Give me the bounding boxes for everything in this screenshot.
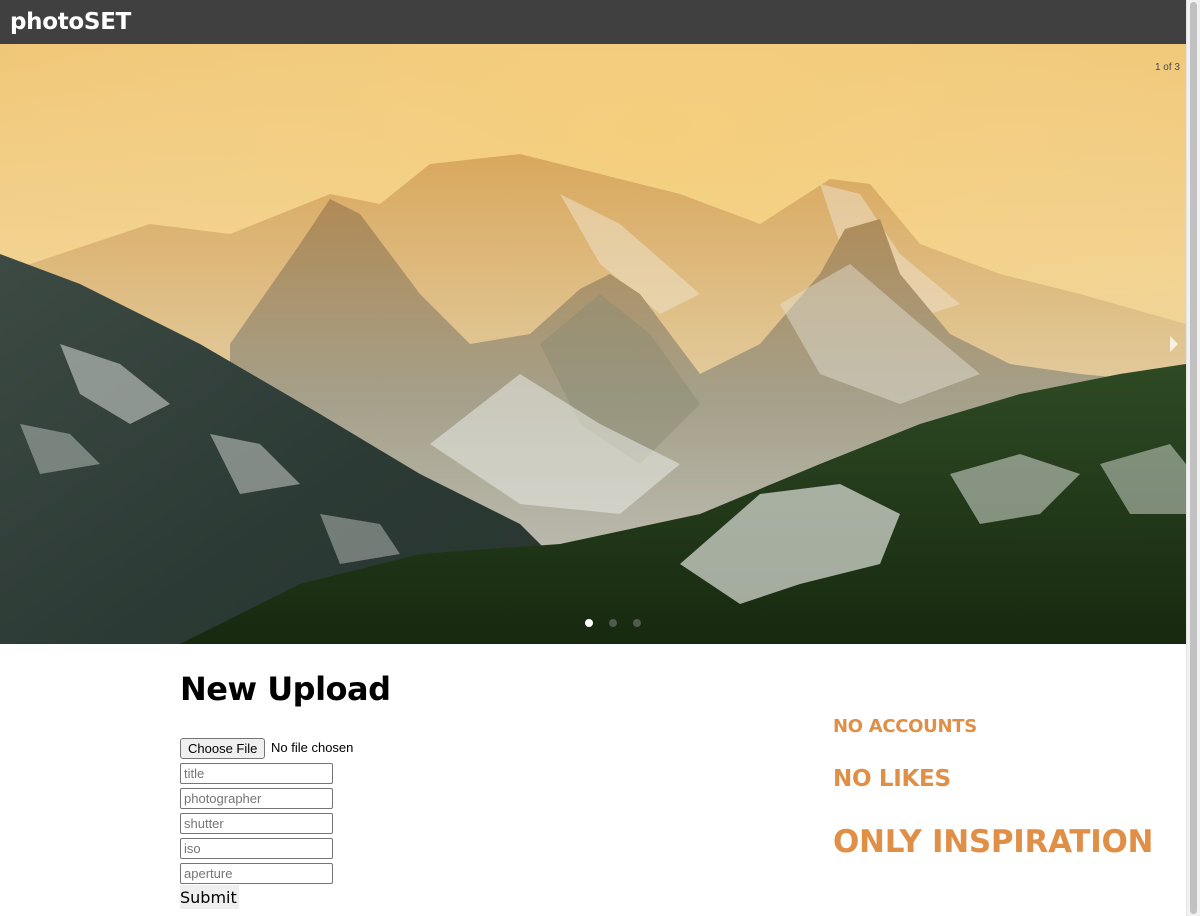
submit-button[interactable]: Submit: [180, 885, 239, 909]
upload-heading: New Upload: [180, 670, 391, 708]
aperture-input[interactable]: [180, 863, 333, 884]
iso-input[interactable]: [180, 838, 333, 859]
file-status-text: No file chosen: [271, 740, 354, 755]
page-scrollbar[interactable]: [1186, 0, 1200, 916]
scrollbar-thumb[interactable]: [1190, 2, 1197, 914]
slide-counter: 1 of 3: [1154, 62, 1180, 73]
carousel-slide-image: [0, 44, 1186, 644]
top-navbar: photoSET: [0, 0, 1186, 44]
title-input[interactable]: [180, 763, 333, 784]
brand-logo[interactable]: photoSET: [10, 7, 131, 37]
carousel-dot-2[interactable]: [609, 619, 617, 627]
carousel-dot-3[interactable]: [633, 619, 641, 627]
tagline-only-inspiration: ONLY INSPIRATION: [833, 824, 1154, 860]
tagline-no-accounts: NO ACCOUNTS: [833, 716, 977, 737]
shutter-input[interactable]: [180, 813, 333, 834]
carousel-dot-1[interactable]: [585, 619, 593, 627]
image-carousel[interactable]: 1 of 3: [0, 44, 1186, 644]
tagline-no-likes: NO LIKES: [833, 766, 951, 792]
photographer-input[interactable]: [180, 788, 333, 809]
choose-file-button[interactable]: Choose File: [180, 738, 266, 759]
next-slide-arrow-icon[interactable]: [1170, 336, 1178, 352]
